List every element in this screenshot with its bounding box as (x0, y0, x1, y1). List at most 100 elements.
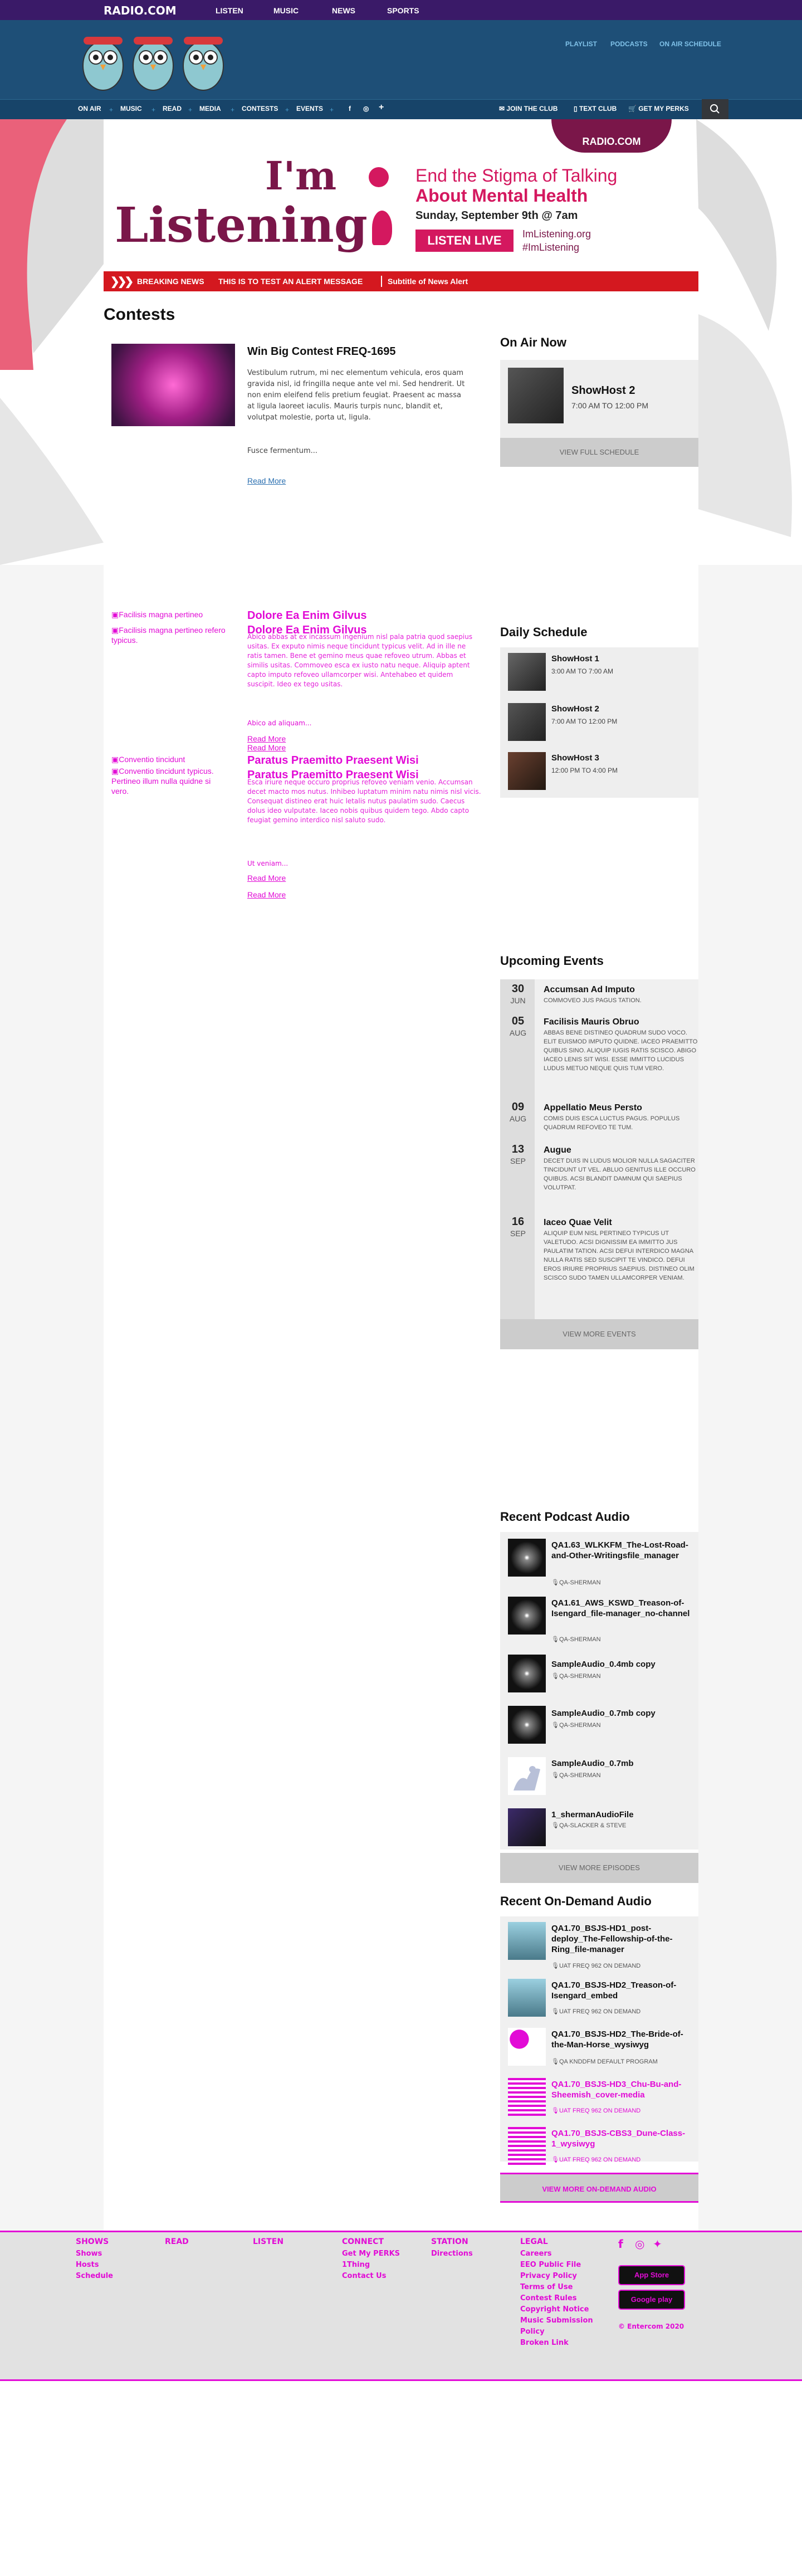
footer-link[interactable]: Careers (520, 2248, 598, 2260)
topnav-music[interactable]: MUSIC (273, 6, 299, 15)
search-button[interactable] (702, 99, 728, 119)
twitter-icon[interactable]: ✦ (653, 2237, 662, 2251)
contest-image[interactable] (111, 344, 235, 426)
right-gutter (698, 565, 802, 2231)
schedule-show-1[interactable]: ShowHost 1 (551, 654, 599, 663)
footer-link-list: Careers EEO Public File Privacy Policy T… (520, 2248, 598, 2349)
nav-join-club[interactable]: ✉ JOIN THE CLUB (499, 105, 558, 113)
topnav-sports[interactable]: SPORTS (387, 6, 419, 15)
footer-link[interactable]: 1Thing (342, 2260, 400, 2271)
nav-get-perks[interactable]: 🛒 GET MY PERKS (628, 105, 689, 113)
on-demand-title[interactable]: QA1.70_BSJS-CBS3_Dune-Class-1_wysiwyg (551, 2128, 691, 2149)
nav-media[interactable]: MEDIA (199, 105, 221, 113)
nav-music[interactable]: MUSIC (120, 105, 142, 113)
footer-link[interactable]: Hosts (76, 2260, 113, 2271)
owl-mascots-logo[interactable] (78, 27, 273, 92)
podcast-art[interactable] (508, 1757, 546, 1795)
footer-link[interactable]: Music Submission Policy (520, 2315, 598, 2338)
event-title[interactable]: Accumsan Ad Imputo (544, 985, 635, 995)
facebook-icon[interactable]: f (349, 105, 351, 113)
schedule-show-2[interactable]: ShowHost 2 (551, 704, 599, 714)
footer-link[interactable]: Get My PERKS (342, 2248, 400, 2260)
read-more-link[interactable]: Read More (247, 890, 286, 899)
google-play-badge[interactable]: Google play (618, 2290, 685, 2310)
on-demand-title[interactable]: QA1.70_BSJS-HD2_Treason-of-Isengard_embe… (551, 1980, 691, 2001)
view-more-events-button[interactable]: VIEW MORE EVENTS (500, 1319, 698, 1349)
host-photo[interactable] (508, 368, 564, 423)
view-full-schedule-button[interactable]: VIEW FULL SCHEDULE (500, 438, 698, 467)
podcast-title[interactable]: 1_shermanAudioFile (551, 1809, 691, 1820)
on-demand-art-broken[interactable] (508, 2028, 546, 2066)
podcast-art[interactable] (508, 1539, 546, 1577)
topnav-listen[interactable]: LISTEN (216, 6, 243, 15)
nav-on-air[interactable]: ON AIR (78, 105, 101, 113)
header-link-playlist[interactable]: PLAYLIST (565, 40, 597, 48)
footer-link[interactable]: Copyright Notice (520, 2304, 598, 2315)
nav-events[interactable]: EVENTS (296, 105, 323, 113)
footer-link[interactable]: Shows (76, 2248, 113, 2260)
footer-link[interactable]: Contest Rules (520, 2293, 598, 2304)
view-more-episodes-button[interactable]: VIEW MORE EPISODES (500, 1853, 698, 1883)
instagram-icon[interactable]: ◎ (363, 105, 369, 113)
on-demand-art-broken[interactable] (508, 2127, 546, 2165)
footer-link[interactable]: Terms of Use (520, 2282, 598, 2293)
podcast-title[interactable]: SampleAudio_0.7mb (551, 1758, 691, 1769)
on-demand-title[interactable]: QA1.70_BSJS-HD3_Chu-Bu-and-Sheemish_cove… (551, 2079, 691, 2100)
header-link-podcasts[interactable]: PODCASTS (610, 40, 648, 48)
event-title[interactable]: Appellatio Meus Persto (544, 1103, 642, 1113)
on-demand-title[interactable]: QA1.70_BSJS-HD2_The-Bride-of-the-Man-Hor… (551, 2029, 691, 2050)
footer-link[interactable]: Privacy Policy (520, 2271, 598, 2282)
listen-live-button[interactable]: LISTEN LIVE (415, 230, 514, 252)
read-more-link[interactable]: Read More (247, 476, 286, 485)
host-photo[interactable] (508, 653, 546, 691)
podcast-title[interactable]: SampleAudio_0.4mb copy (551, 1659, 691, 1670)
facebook-icon[interactable]: f (618, 2237, 623, 2251)
on-air-show[interactable]: ShowHost 2 (571, 384, 635, 397)
header-link-schedule[interactable]: ON AIR SCHEDULE (659, 40, 721, 48)
footer-link[interactable]: Contact Us (342, 2271, 400, 2282)
nav-contests[interactable]: CONTESTS (242, 105, 278, 113)
banner-url[interactable]: ImListening.org (522, 228, 591, 240)
footer-heading-listen[interactable]: LISTEN (253, 2237, 283, 2246)
event-title[interactable]: Facilisis Mauris Obruo (544, 1017, 639, 1027)
on-air-time: 7:00 AM TO 12:00 PM (571, 401, 649, 410)
podcast-art[interactable] (508, 1655, 546, 1692)
read-more-link[interactable]: Read More (247, 734, 286, 743)
instagram-icon[interactable]: ◎ (635, 2237, 644, 2251)
event-title[interactable]: Augue (544, 1145, 571, 1155)
podcast-title[interactable]: SampleAudio_0.7mb copy (551, 1708, 691, 1719)
footer-heading-read[interactable]: READ (165, 2237, 189, 2246)
on-demand-art-broken[interactable] (508, 2078, 546, 2116)
breaking-news-bar[interactable]: ❯❯❯ BREAKING NEWS THIS IS TO TEST AN ALE… (104, 271, 698, 291)
read-more-link[interactable]: Read More (247, 743, 286, 752)
podcast-title[interactable]: QA1.63_WLKKFM_The-Lost-Road-and-Other-Wr… (551, 1540, 691, 1561)
banner-im: I'm (265, 153, 337, 199)
schedule-show-3[interactable]: ShowHost 3 (551, 753, 599, 763)
im-listening-banner[interactable]: RADIO.COM I'm Listening End the Stigma o… (104, 119, 698, 273)
podcast-art[interactable] (508, 1706, 546, 1744)
topnav-news[interactable]: NEWS (332, 6, 355, 15)
view-more-on-demand-button[interactable]: VIEW MORE ON-DEMAND AUDIO (500, 2173, 698, 2203)
on-demand-art[interactable] (508, 1979, 546, 2017)
contest-title[interactable]: Win Big Contest FREQ-1695 (247, 345, 396, 358)
event-title[interactable]: Iaceo Quae Velit (544, 1218, 612, 1228)
radio-com-logo[interactable]: RADIO.COM (104, 4, 177, 17)
host-photo[interactable] (508, 703, 546, 741)
podcast-art[interactable] (508, 1808, 546, 1846)
contest-title-2[interactable]: Dolore Ea Enim Gilvus (247, 609, 367, 622)
podcast-art[interactable] (508, 1597, 546, 1635)
footer-link[interactable]: Schedule (76, 2271, 113, 2282)
read-more-link[interactable]: Read More (247, 874, 286, 882)
footer-link[interactable]: EEO Public File (520, 2260, 598, 2271)
contest-title-3[interactable]: Paratus Praemitto Praesent Wisi (247, 754, 419, 767)
more-plus-icon[interactable]: + (379, 103, 384, 113)
host-photo[interactable] (508, 752, 546, 790)
footer-link[interactable]: Directions (431, 2248, 473, 2260)
app-store-badge[interactable]: App Store (618, 2265, 685, 2285)
nav-text-club[interactable]: ▯ TEXT CLUB (574, 105, 617, 113)
nav-read[interactable]: READ (163, 105, 182, 113)
on-demand-art[interactable] (508, 1922, 546, 1960)
podcast-title[interactable]: QA1.61_AWS_KSWD_Treason-of-Isengard_file… (551, 1598, 691, 1619)
on-demand-title[interactable]: QA1.70_BSJS-HD1_post-deploy_The-Fellowsh… (551, 1923, 691, 1955)
footer-link[interactable]: Broken Link (520, 2338, 598, 2349)
